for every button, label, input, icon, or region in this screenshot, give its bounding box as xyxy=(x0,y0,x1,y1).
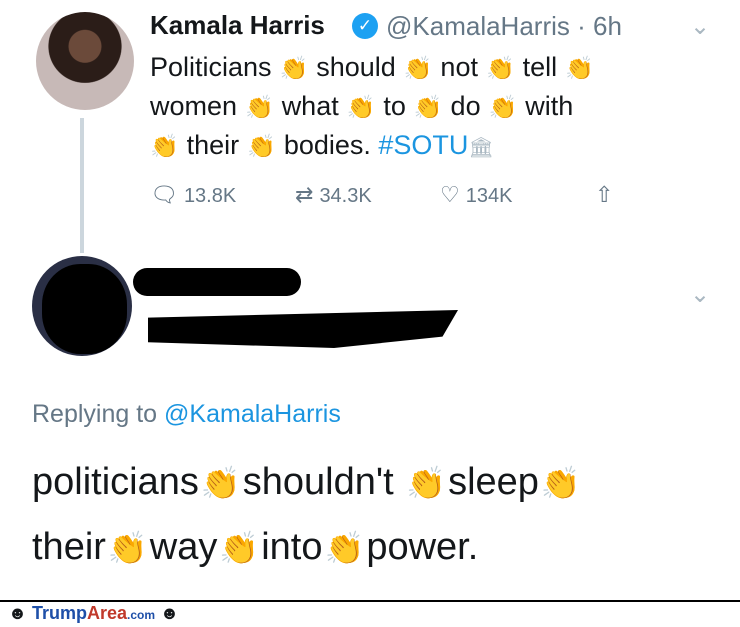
thread-line xyxy=(80,118,84,253)
author-avatar[interactable] xyxy=(36,12,134,110)
clap-icon: 👏 xyxy=(247,133,276,159)
clap-icon: 👏 xyxy=(406,465,447,501)
clap-icon: 👏 xyxy=(324,530,365,566)
chevron-down-icon[interactable]: ⌄ xyxy=(690,280,710,309)
clap-icon: 👏 xyxy=(540,465,581,501)
like-button[interactable]: ♡ 134K xyxy=(440,182,512,208)
clap-icon: 👏 xyxy=(488,94,518,120)
mention-link[interactable]: @KamalaHarris xyxy=(164,400,341,428)
clap-icon: 👏 xyxy=(485,55,515,81)
retweet-icon: ⇄ xyxy=(295,182,314,207)
site-watermark: ☻ TrumpArea.com ☻ xyxy=(8,603,179,623)
clap-icon: 👏 xyxy=(565,55,594,81)
clap-icon: 👏 xyxy=(245,94,274,120)
redacted-handle xyxy=(148,310,458,348)
author-name[interactable]: Kamala Harris xyxy=(150,10,325,41)
reply-button[interactable]: 🗨 13.8K xyxy=(150,182,236,208)
hashtag-link[interactable]: #SOTU xyxy=(378,130,468,160)
retweet-button[interactable]: ⇄ 34.3K xyxy=(295,182,372,208)
reply-avatar[interactable] xyxy=(32,256,132,356)
redaction-mark xyxy=(42,264,127,354)
trump-head-icon: ☻ xyxy=(160,603,179,623)
clap-icon: 👏 xyxy=(219,530,260,566)
reply-icon: 🗨 xyxy=(150,182,178,207)
reply-text: politicians👏shouldn't 👏sleep👏 their👏way👏… xyxy=(32,450,722,580)
clap-icon: 👏 xyxy=(200,465,241,501)
clap-icon: 👏 xyxy=(279,55,309,81)
capitol-icon: 🏛 xyxy=(468,137,494,159)
share-button[interactable]: ⇧ xyxy=(595,182,619,208)
tweet-text: Politicians 👏 should 👏 not 👏 tell 👏 women 👏 what 👏… xyxy=(150,48,710,167)
reply-count: 13.8K xyxy=(183,185,237,207)
clap-icon: 👏 xyxy=(346,94,376,120)
heart-icon: ♡ xyxy=(440,182,460,207)
trump-head-icon: ☻ xyxy=(8,603,27,623)
share-icon: ⇧ xyxy=(595,182,614,207)
redacted-name xyxy=(133,268,301,296)
chevron-down-icon[interactable]: ⌄ xyxy=(690,12,710,41)
footer-divider xyxy=(0,600,740,602)
clap-icon: 👏 xyxy=(403,55,433,81)
author-handle-time[interactable]: @KamalaHarris · 6h xyxy=(386,11,622,42)
clap-icon: 👏 xyxy=(413,94,443,120)
replying-to: Replying to @KamalaHarris xyxy=(32,400,341,428)
retweet-count: 34.3K xyxy=(319,185,372,207)
clap-icon: 👏 xyxy=(107,530,148,566)
like-count: 134K xyxy=(465,185,513,207)
verified-badge-icon: ✓ xyxy=(352,13,378,39)
clap-icon: 👏 xyxy=(150,133,179,159)
